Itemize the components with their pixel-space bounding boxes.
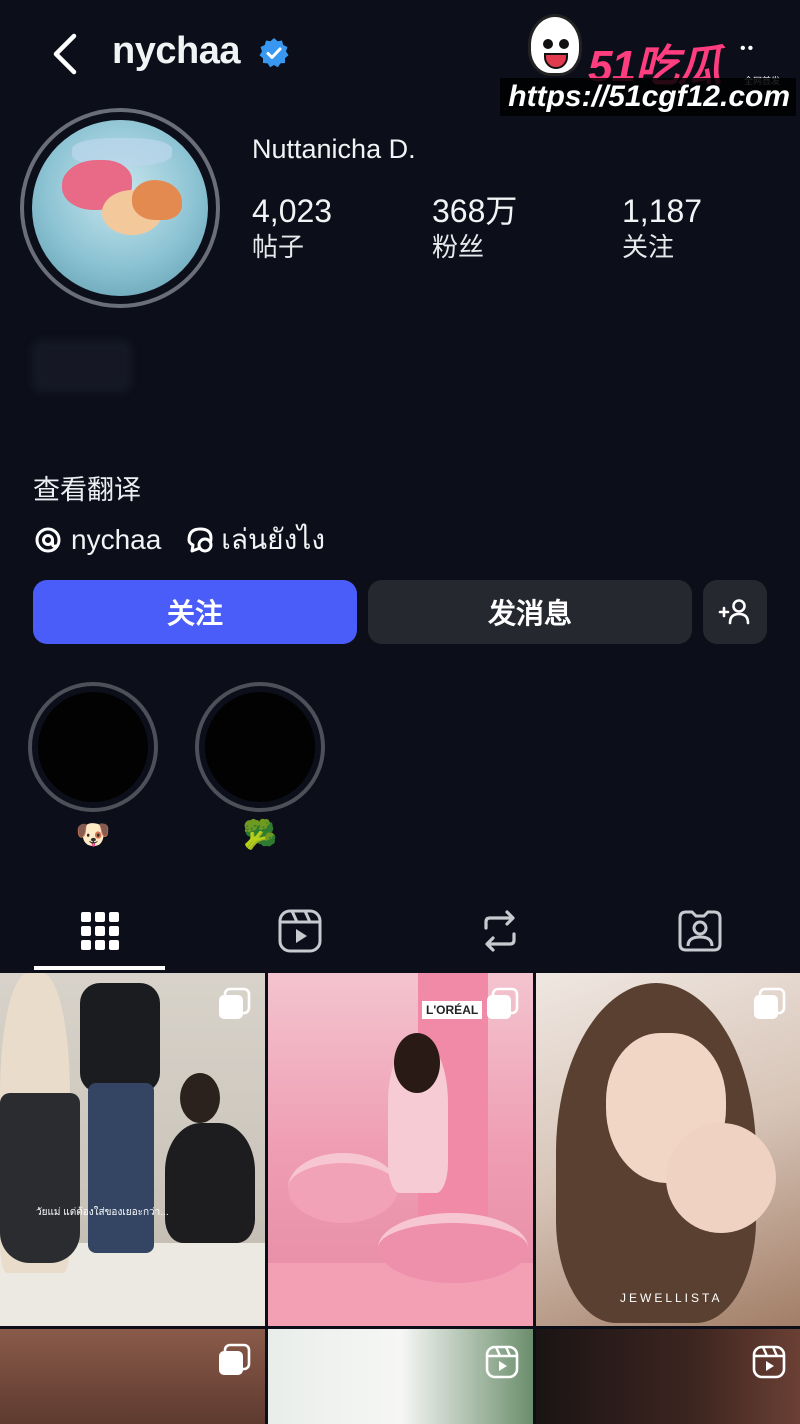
threads-icon xyxy=(35,527,61,553)
tab-reels[interactable] xyxy=(200,890,400,972)
posts-grid: วัยแม่ แต่ต้องใส่ของเยอะกว่า... L'ORÉAL … xyxy=(0,973,800,1424)
post-thumbnail[interactable]: L'ORÉAL xyxy=(268,973,533,1326)
carousel-icon xyxy=(754,987,786,1019)
watermark-dots: •• xyxy=(740,40,756,57)
post-thumbnail[interactable]: JEWELLISTA xyxy=(536,973,800,1326)
stat-posts[interactable]: 4,023 帖子 xyxy=(252,193,332,265)
highlight-label: 🐶 xyxy=(75,819,111,850)
avatar-image xyxy=(32,120,208,296)
suggest-people-button[interactable] xyxy=(703,580,767,644)
highlight-label: 🥦 xyxy=(242,819,278,850)
stat-label: 关注 xyxy=(622,232,675,262)
stat-value: 4,023 xyxy=(252,193,333,229)
stat-followers[interactable]: 368万 粉丝 xyxy=(432,193,517,265)
post-thumbnail[interactable]: วัยแม่ แต่ต้องใส่ของเยอะกว่า... xyxy=(0,973,265,1326)
profile-avatar[interactable] xyxy=(20,108,220,308)
active-tab-indicator xyxy=(34,966,165,970)
tab-reposts[interactable] xyxy=(400,890,600,972)
add-person-icon xyxy=(718,599,750,625)
tagged-icon xyxy=(678,910,722,952)
page-title: nychaa xyxy=(112,30,240,72)
jewellery-brand: JEWELLISTA xyxy=(620,1291,723,1305)
stat-value: 368万 xyxy=(432,193,518,229)
verified-badge-icon xyxy=(259,38,289,68)
loreal-sign: L'ORÉAL xyxy=(422,1001,483,1019)
stat-following[interactable]: 1,187 关注 xyxy=(622,193,702,265)
stat-value: 1,187 xyxy=(622,193,703,229)
watermark-url: https://51cgf12.com xyxy=(500,78,796,116)
carousel-icon xyxy=(487,987,519,1019)
carousel-icon xyxy=(219,1343,251,1375)
reels-icon xyxy=(278,909,322,953)
display-name: Nuttanicha D. xyxy=(252,134,416,164)
tab-tagged[interactable] xyxy=(600,890,800,972)
reel-icon xyxy=(752,1345,786,1379)
tab-posts[interactable] xyxy=(0,890,200,972)
watermark-mascot-icon xyxy=(528,14,582,76)
stat-label: 粉丝 xyxy=(432,232,485,262)
post-caption-overlay: วัยแม่ แต่ต้องใส่ของเยอะกว่า... xyxy=(36,1207,169,1218)
repost-icon xyxy=(484,910,516,952)
message-button[interactable]: 发消息 xyxy=(368,580,692,644)
external-link[interactable]: เล่นยังไง xyxy=(221,518,325,562)
blurred-bio xyxy=(32,340,132,392)
follow-button[interactable]: 关注 xyxy=(33,580,357,644)
grid-icon xyxy=(81,912,119,950)
back-button[interactable] xyxy=(40,28,88,80)
link-icon xyxy=(187,527,213,553)
carousel-icon xyxy=(219,987,251,1019)
see-translation-link[interactable]: 查看翻译 xyxy=(33,468,141,507)
stat-label: 帖子 xyxy=(252,232,305,262)
post-thumbnail[interactable] xyxy=(0,1329,265,1424)
profile-tabs xyxy=(0,890,800,972)
story-highlight[interactable] xyxy=(28,682,158,812)
post-thumbnail[interactable] xyxy=(268,1329,533,1424)
post-thumbnail[interactable] xyxy=(536,1329,800,1424)
chevron-left-icon xyxy=(53,33,77,75)
story-highlight[interactable] xyxy=(195,682,325,812)
threads-handle-link[interactable]: nychaa xyxy=(71,524,161,556)
profile-links: nychaa เล่นยังไง xyxy=(33,520,325,560)
reel-icon xyxy=(485,1345,519,1379)
